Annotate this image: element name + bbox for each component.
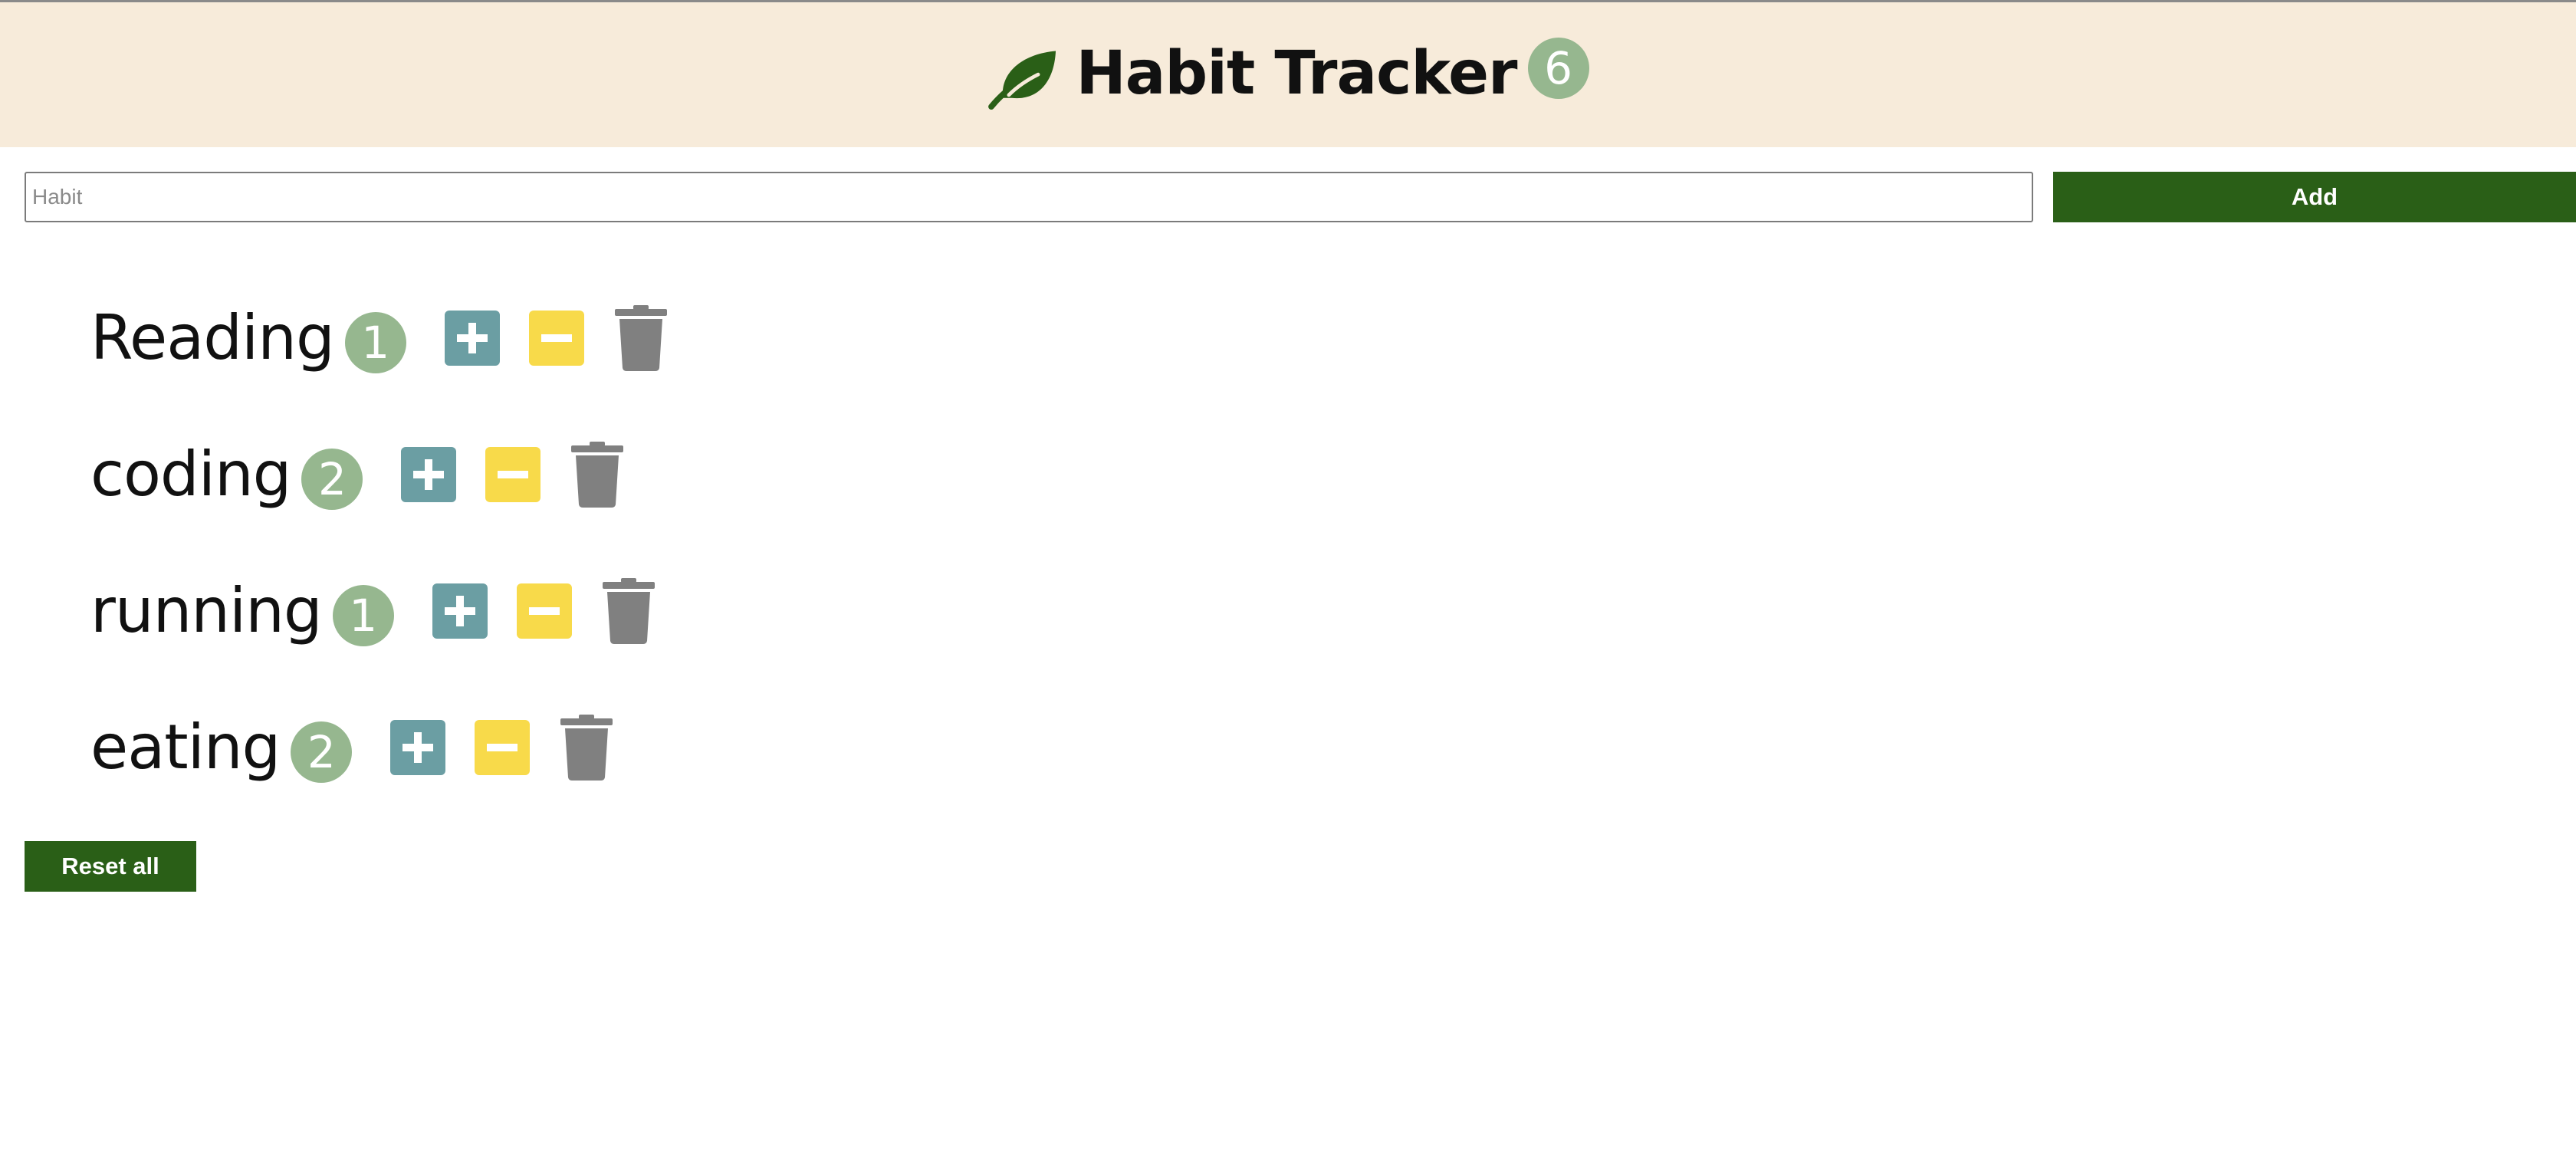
increment-button[interactable] [444,311,500,366]
page-title: Habit Tracker [1076,38,1517,108]
decrement-button[interactable] [475,720,531,775]
decrement-button[interactable] [528,311,584,366]
delete-button[interactable] [559,715,614,781]
increment-button[interactable] [432,583,488,639]
plus-icon [444,596,475,626]
habit-list: Reading 1 coding 2 running 1 eating 2 [90,270,669,816]
habit-count-badge: 2 [301,449,363,510]
delete-button[interactable] [570,442,625,508]
habit-row: Reading 1 [90,270,669,406]
habit-row: running 1 [90,543,669,679]
header-title-group: Habit Tracker 6 [987,37,1589,110]
trash-icon [560,715,613,781]
minus-icon [487,744,518,751]
habit-name: Reading [90,302,335,373]
delete-button[interactable] [601,578,656,644]
habit-row: coding 2 [90,406,669,543]
increment-button[interactable] [401,447,457,502]
minus-icon [528,607,560,615]
habit-input[interactable] [25,172,2033,222]
reset-all-button[interactable]: Reset all [25,841,196,892]
plus-icon [413,459,445,490]
minus-icon [540,334,572,342]
trash-icon [614,305,667,371]
decrement-button[interactable] [516,583,572,639]
habit-count-badge: 2 [291,721,353,783]
habit-count-badge: 1 [332,585,394,646]
total-count-badge: 6 [1527,37,1589,99]
add-habit-form: Add [25,172,2576,222]
trash-icon [571,442,624,508]
habit-name: running [90,575,323,646]
trash-icon [602,578,655,644]
habit-name: eating [90,712,281,783]
app-header: Habit Tracker 6 [0,2,2576,147]
add-button[interactable]: Add [2053,172,2576,222]
delete-button[interactable] [613,305,669,371]
minus-icon [498,471,529,478]
decrement-button[interactable] [485,447,541,502]
plus-icon [456,323,488,353]
leaf-icon [987,44,1060,110]
increment-button[interactable] [390,720,446,775]
plus-icon [402,732,434,763]
habit-name: coding [90,439,291,510]
habit-count-badge: 1 [344,312,406,373]
habit-row: eating 2 [90,679,669,816]
